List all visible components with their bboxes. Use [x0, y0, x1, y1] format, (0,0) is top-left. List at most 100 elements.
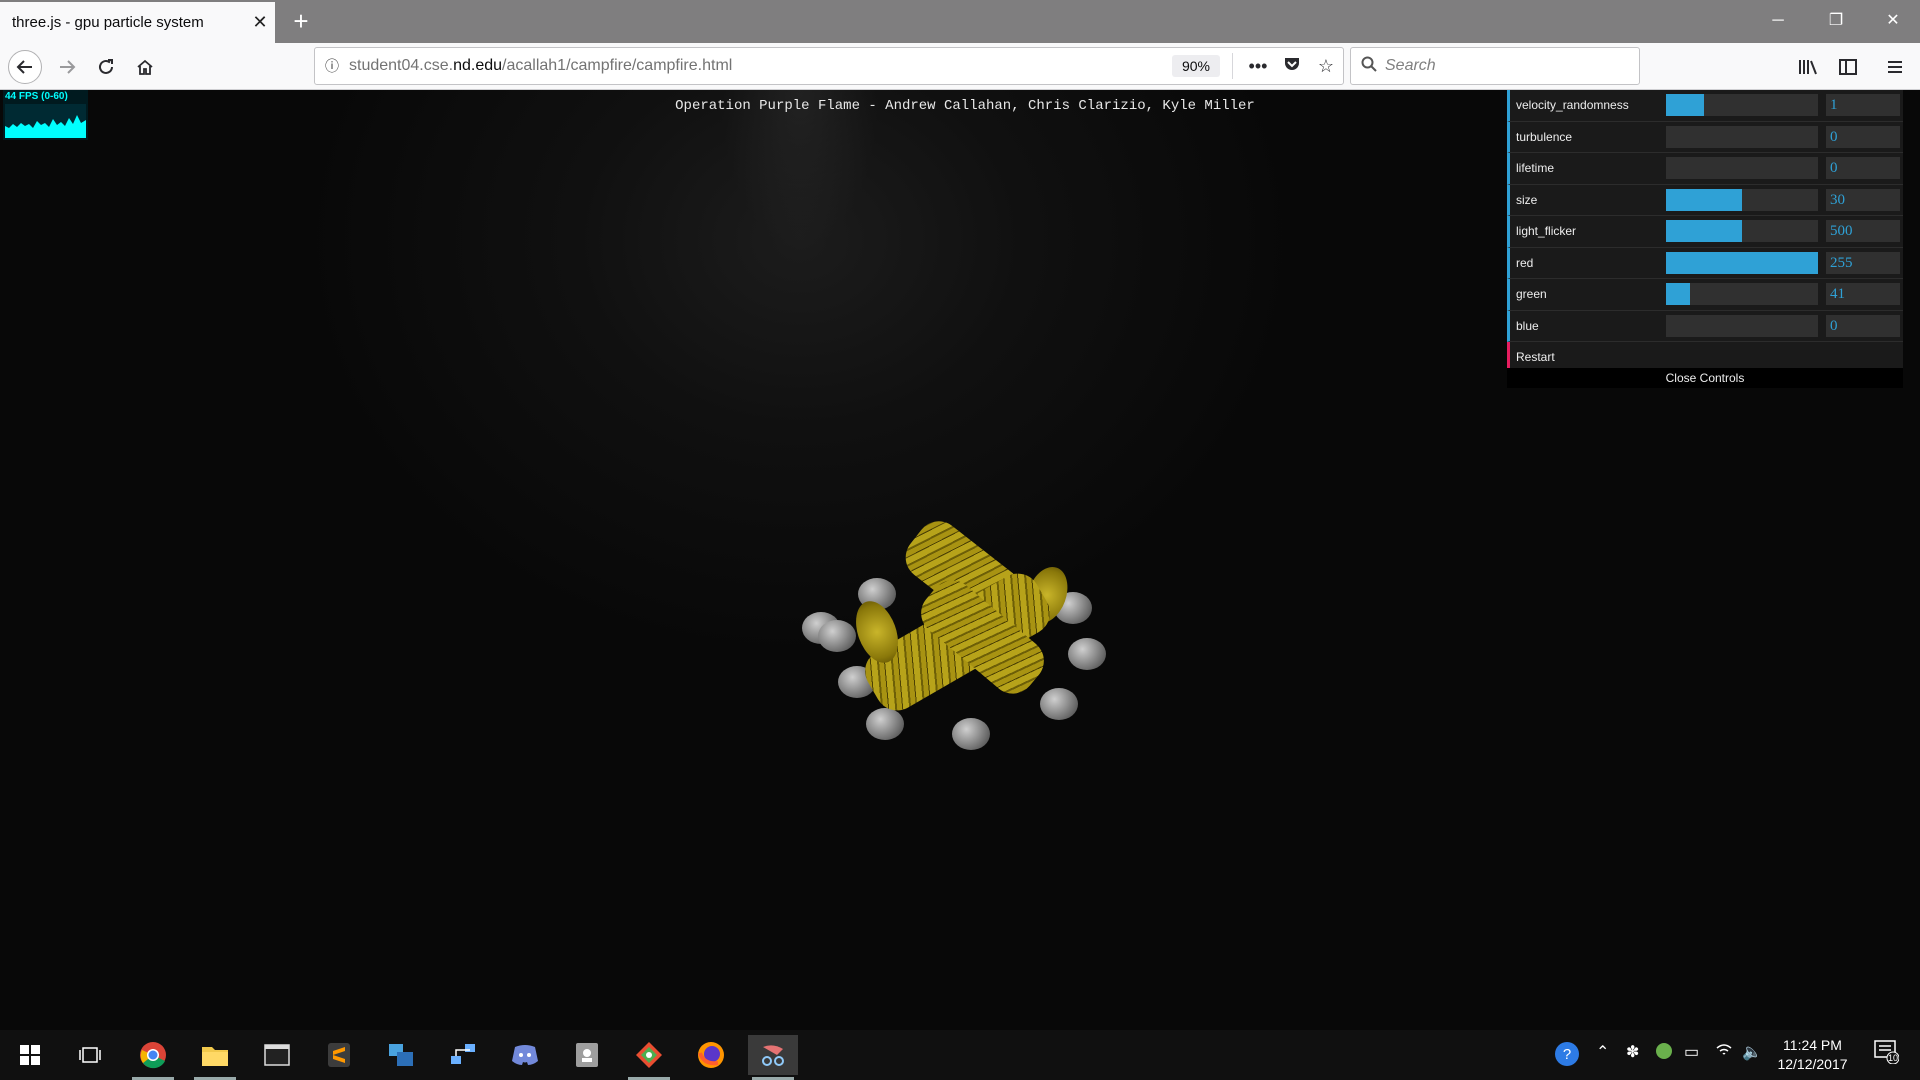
page-actions-icon[interactable]: •••	[1241, 56, 1275, 77]
stone	[818, 620, 856, 652]
slider[interactable]	[1666, 220, 1818, 242]
back-button[interactable]	[8, 50, 42, 84]
library-icon[interactable]	[1791, 50, 1825, 84]
number-input[interactable]: 41	[1826, 283, 1900, 305]
control-row[interactable]: red 255	[1507, 247, 1903, 279]
control-label: velocity_randomness	[1516, 98, 1629, 113]
controls-panel: velocity_randomness 1 turbulence 0 lifet…	[1507, 90, 1903, 374]
number-input[interactable]: 0	[1826, 125, 1900, 148]
new-tab-button[interactable]: +	[286, 6, 316, 36]
control-row[interactable]: turbulence 0	[1507, 121, 1903, 153]
slider[interactable]	[1666, 157, 1818, 179]
stone	[1040, 688, 1078, 720]
notification-center-icon[interactable]: 10	[1866, 1038, 1906, 1072]
control-row[interactable]: velocity_randomness 1	[1507, 90, 1903, 122]
site-info-icon[interactable]: ⓘ	[315, 56, 349, 76]
notification-count: 10	[1888, 1053, 1899, 1063]
slider[interactable]	[1666, 125, 1818, 148]
svg-text:?: ?	[1563, 1046, 1571, 1063]
taskbar: ? ⌃ ✽ ▭ 🔈 11:24 PM 12/12/2017 10	[0, 1030, 1920, 1080]
webgl-canvas[interactable]: Operation Purple Flame - Andrew Callahan…	[0, 90, 1920, 1030]
number-input[interactable]: 30	[1826, 188, 1900, 211]
settings-tray-icon[interactable]: ✽	[1626, 1042, 1639, 1062]
discord-icon[interactable]	[500, 1035, 550, 1075]
control-row[interactable]: green 41	[1507, 279, 1903, 311]
slider[interactable]	[1666, 188, 1818, 211]
control-row[interactable]: blue 0	[1507, 310, 1903, 342]
fps-stats-panel[interactable]: 44 FPS (0-60)	[3, 90, 88, 140]
snipping-tool-icon[interactable]	[748, 1035, 798, 1080]
forward-button[interactable]	[50, 50, 84, 84]
search-box[interactable]: Search	[1350, 47, 1640, 85]
number-input[interactable]: 255	[1826, 251, 1900, 274]
navigation-toolbar: ⓘ student04.cse.nd.edu/acallah1/campfire…	[0, 43, 1920, 90]
number-input[interactable]: 1	[1826, 94, 1900, 116]
app-icon[interactable]	[562, 1035, 612, 1075]
control-label: green	[1516, 287, 1547, 302]
zoom-indicator[interactable]: 90%	[1171, 55, 1220, 77]
slider-fill	[1666, 251, 1818, 274]
firefox-icon[interactable]	[686, 1035, 736, 1075]
sidebar-toggle-icon[interactable]	[1831, 50, 1865, 84]
arrow-right-icon	[60, 60, 76, 74]
wifi-icon[interactable]	[1715, 1042, 1733, 1063]
slider-fill	[1666, 188, 1742, 211]
slider[interactable]	[1666, 283, 1818, 305]
number-input[interactable]: 500	[1826, 220, 1900, 242]
number-input[interactable]: 0	[1826, 157, 1900, 179]
help-icon[interactable]: ?	[1553, 1040, 1581, 1073]
control-row[interactable]: light_flicker 500	[1507, 216, 1903, 248]
network-app-icon[interactable]	[438, 1035, 488, 1075]
search-placeholder: Search	[1385, 57, 1436, 74]
chevron-up-icon[interactable]: ⌃	[1596, 1042, 1609, 1062]
stone	[952, 718, 990, 750]
number-input[interactable]: 0	[1826, 314, 1900, 337]
home-button[interactable]	[128, 50, 162, 84]
minimize-icon[interactable]: ─	[1755, 6, 1801, 36]
control-label: red	[1516, 255, 1534, 270]
tab-strip: three.js - gpu particle system ✕ + ─ ❐ ✕	[0, 0, 1920, 43]
slider[interactable]	[1666, 314, 1818, 337]
arrow-left-icon	[16, 60, 32, 74]
pocket-icon[interactable]	[1275, 55, 1309, 78]
control-label: size	[1516, 192, 1538, 207]
campfire-scene	[800, 440, 1130, 750]
remote-desktop-icon[interactable]	[376, 1035, 426, 1075]
app-tray-icon[interactable]	[1655, 1042, 1673, 1065]
reload-icon	[99, 59, 113, 74]
tab-title: three.js - gpu particle system	[12, 14, 204, 31]
clock[interactable]: 11:24 PM 12/12/2017	[1760, 1036, 1865, 1074]
control-label: blue	[1516, 318, 1539, 333]
volume-icon[interactable]: 🔈	[1742, 1042, 1762, 1062]
stone	[866, 708, 904, 740]
slider[interactable]	[1666, 251, 1818, 274]
windows-start-icon[interactable]	[5, 1035, 55, 1075]
window-close-icon[interactable]: ✕	[1870, 6, 1916, 36]
light-glow	[720, 90, 880, 250]
reload-button[interactable]	[89, 50, 123, 84]
control-label: lifetime	[1516, 161, 1555, 176]
control-label: light_flicker	[1516, 224, 1577, 239]
chrome-icon[interactable]	[128, 1035, 178, 1080]
git-app-icon[interactable]	[624, 1035, 674, 1080]
divider	[1232, 53, 1233, 79]
terminal-icon[interactable]	[252, 1035, 302, 1075]
slider[interactable]	[1666, 94, 1818, 116]
clock-time: 11:24 PM	[1783, 1037, 1842, 1053]
close-controls-button[interactable]: Close Controls	[1507, 368, 1903, 388]
browser-tab[interactable]: three.js - gpu particle system ✕	[0, 2, 275, 43]
url-text[interactable]: student04.cse.nd.edu/acallah1/campfire/c…	[349, 57, 1172, 75]
close-tab-icon[interactable]: ✕	[245, 12, 275, 33]
bookmark-star-icon[interactable]: ☆	[1309, 56, 1343, 77]
slider-fill	[1666, 94, 1704, 116]
hamburger-menu-icon[interactable]	[1878, 50, 1912, 84]
control-row[interactable]: lifetime 0	[1507, 153, 1903, 185]
restore-icon[interactable]: ❐	[1813, 6, 1859, 36]
search-icon	[1361, 56, 1385, 77]
sublime-text-icon[interactable]	[314, 1035, 364, 1075]
task-view-icon[interactable]	[65, 1035, 115, 1075]
file-explorer-icon[interactable]	[190, 1035, 240, 1080]
battery-icon[interactable]: ▭	[1684, 1042, 1699, 1062]
address-bar[interactable]: ⓘ student04.cse.nd.edu/acallah1/campfire…	[314, 47, 1344, 85]
control-row[interactable]: size 30	[1507, 184, 1903, 216]
